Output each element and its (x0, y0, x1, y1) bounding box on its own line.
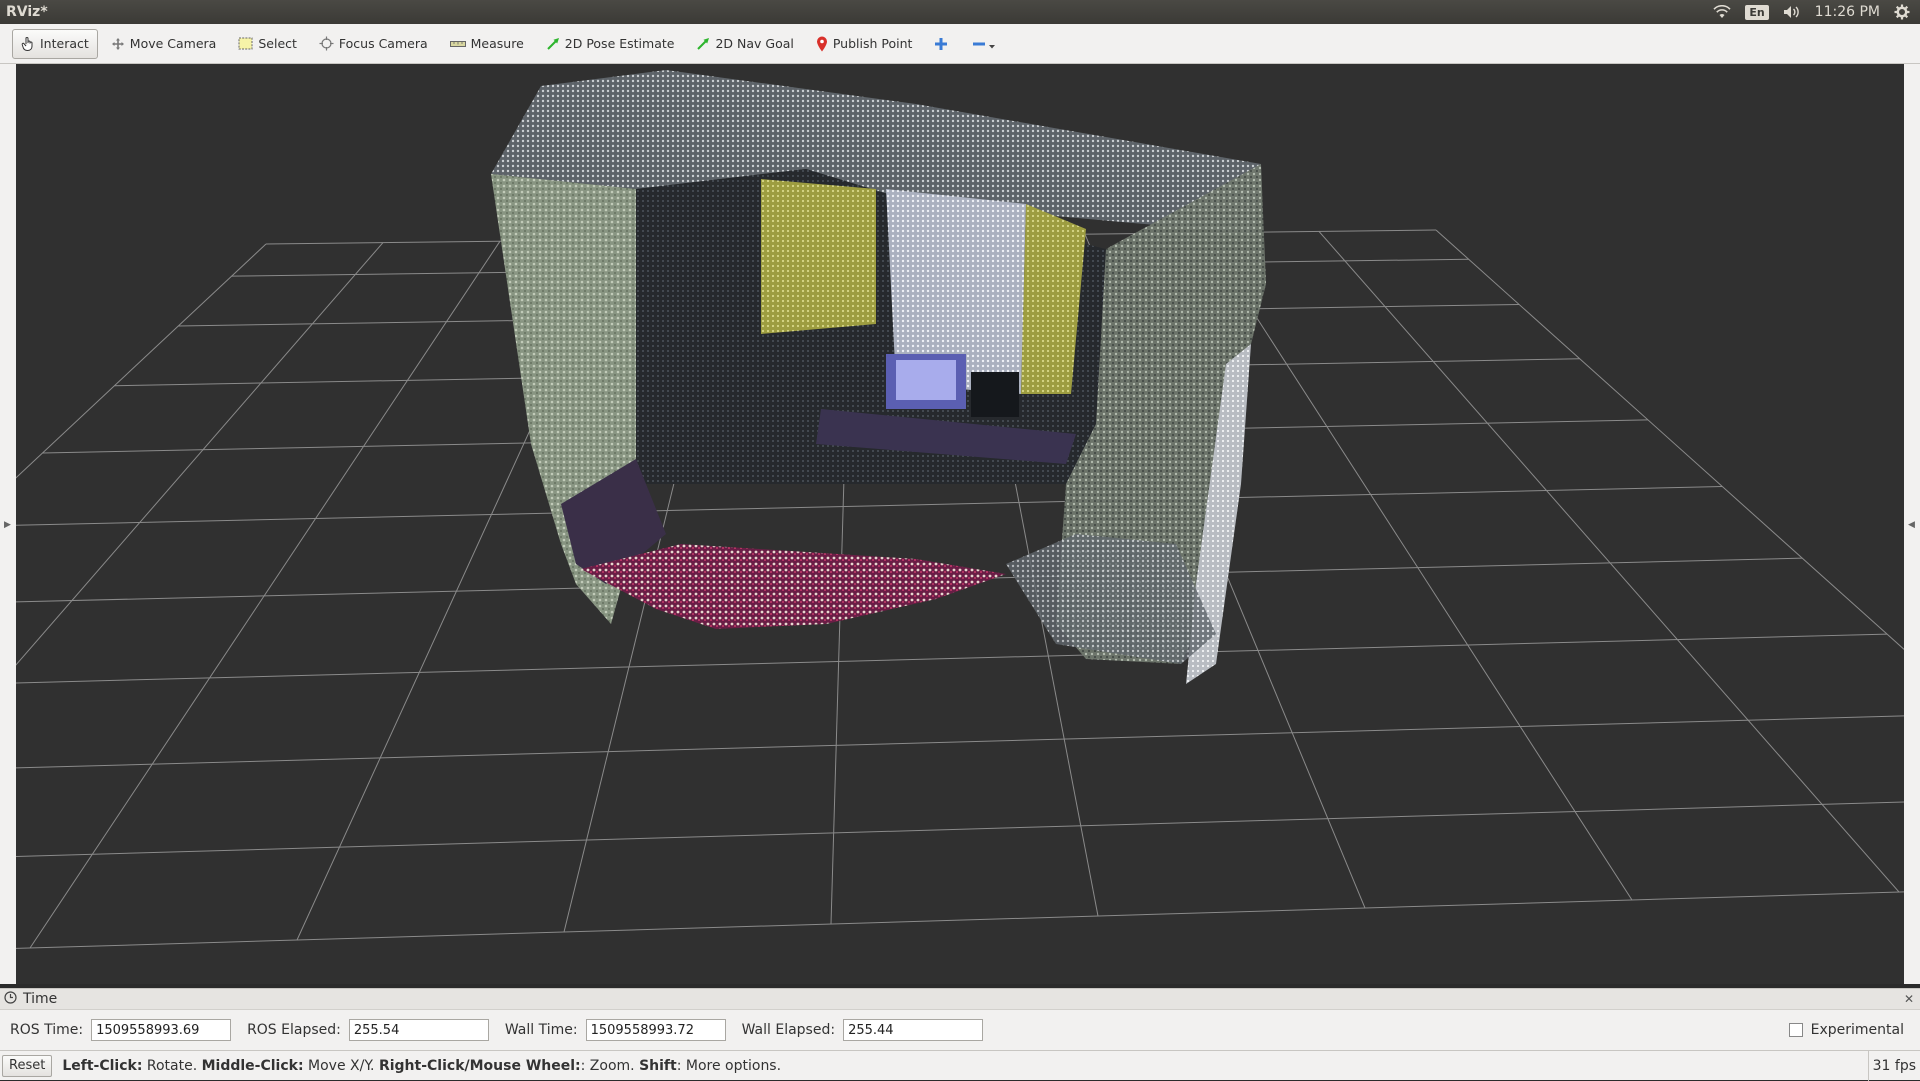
move-camera-icon (111, 37, 125, 51)
tool-2d-nav-goal[interactable]: 2D Nav Goal (687, 29, 802, 59)
remove-tool-button[interactable] (961, 29, 1007, 59)
wifi-icon[interactable] (1713, 5, 1731, 19)
close-icon[interactable]: ✕ (1904, 992, 1914, 1006)
green-arrow-icon (546, 37, 560, 51)
wall-elapsed-label: Wall Elapsed: (741, 1022, 836, 1038)
tool-publish-point[interactable]: Publish Point (807, 29, 922, 59)
expand-left-arrow-icon[interactable]: ◀ (1908, 520, 1915, 530)
volume-icon[interactable] (1783, 5, 1801, 19)
system-tray: En 11:26 PM (1713, 4, 1920, 20)
tool-move-camera[interactable]: Move Camera (102, 29, 226, 59)
wall-elapsed-field[interactable] (843, 1019, 984, 1041)
expand-right-arrow-icon[interactable]: ▶ (4, 520, 11, 530)
experimental-checkbox[interactable] (1788, 1023, 1803, 1037)
grid-line (1201, 232, 1633, 901)
ros-time-label: ROS Time: (10, 1022, 84, 1038)
grid-line (1318, 231, 1900, 893)
keyboard-language-indicator[interactable]: En (1745, 4, 1769, 20)
3d-render-viewport[interactable] (16, 64, 1904, 984)
ros-elapsed-field[interactable] (348, 1019, 489, 1041)
grid-line (16, 715, 1904, 769)
tool-2d-pose-estimate[interactable]: 2D Pose Estimate (537, 29, 684, 59)
reset-button[interactable]: Reset (2, 1054, 53, 1077)
viewport-scene (16, 70, 1904, 949)
focus-camera-icon (319, 36, 334, 51)
hand-pointer-icon (21, 36, 35, 51)
tool-measure[interactable]: Measure (441, 29, 533, 59)
gear-icon[interactable] (1894, 4, 1910, 20)
interaction-help-text: Left-Click: Rotate. Middle-Click: Move X… (62, 1057, 782, 1074)
status-bar: Reset Left-Click: Rotate. Middle-Click: … (0, 1050, 1920, 1081)
grid-line (16, 243, 267, 479)
right-dock-collapse-strip[interactable]: ◀ (1903, 64, 1920, 984)
wall-time-label: Wall Time: (504, 1022, 578, 1038)
fps-counter: 31 fps (1867, 1050, 1920, 1081)
grid-line (16, 801, 1904, 857)
grid-line (1435, 229, 1904, 650)
grid-line (16, 486, 1723, 526)
time-panel-header: Time ✕ (0, 988, 1920, 1010)
window-title: RViz* (6, 4, 48, 20)
minus-dropdown-icon (970, 37, 998, 51)
grid-line (16, 633, 1888, 684)
tools-toolbar: Interact Move Camera Select Focus Camera… (0, 24, 1920, 64)
select-box-icon (238, 37, 253, 50)
tool-interact[interactable]: Interact (12, 28, 98, 59)
map-pin-icon (816, 36, 828, 52)
wall-time-field[interactable] (585, 1019, 726, 1041)
grid-line (29, 240, 501, 949)
tool-select[interactable]: Select (229, 29, 306, 59)
ruler-icon (449, 40, 466, 48)
clock[interactable]: 11:26 PM (1815, 4, 1880, 20)
experimental-label: Experimental (1810, 1022, 1904, 1038)
ros-elapsed-label: ROS Elapsed: (247, 1022, 341, 1038)
green-arrow-icon (696, 37, 710, 51)
experimental-toggle[interactable]: Experimental (1788, 1022, 1904, 1038)
window-titlebar: RViz* En 11:26 PM (0, 0, 1920, 24)
time-panel: ROS Time: ROS Elapsed: Wall Time: Wall E… (0, 1010, 1920, 1050)
left-dock-collapse-strip[interactable]: ▶ (0, 64, 17, 984)
time-panel-title: Time (23, 991, 58, 1007)
point-cloud (491, 70, 1266, 684)
add-tool-button[interactable] (925, 29, 957, 59)
tool-focus-camera[interactable]: Focus Camera (310, 29, 437, 59)
ros-time-field[interactable] (91, 1019, 232, 1041)
grid-line (16, 242, 384, 666)
grid-line (16, 891, 1904, 949)
plus-icon (934, 37, 948, 51)
clock-icon (4, 990, 17, 1008)
